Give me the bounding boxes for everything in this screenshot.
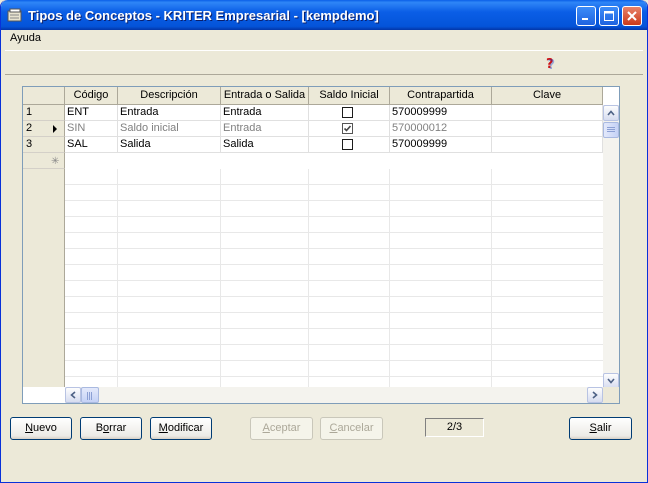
cell-contrapartida[interactable]: 570009999 bbox=[390, 105, 492, 121]
record-counter: 2/3 bbox=[425, 418, 484, 437]
saldo-inicial-checkbox[interactable] bbox=[342, 139, 353, 150]
modificar-button[interactable]: Modificar bbox=[150, 417, 212, 440]
saldo-inicial-checkbox[interactable] bbox=[342, 123, 353, 134]
close-icon bbox=[627, 11, 637, 21]
grip-icon bbox=[607, 127, 615, 132]
button-label: odificar bbox=[167, 422, 204, 434]
cell-codigo[interactable]: SAL bbox=[65, 137, 118, 153]
scroll-left-button[interactable] bbox=[65, 387, 81, 403]
vertical-scroll-thumb[interactable] bbox=[603, 122, 619, 138]
nuevo-button[interactable]: Nuevo bbox=[10, 417, 72, 440]
vertical-scrollbar[interactable] bbox=[603, 105, 619, 389]
column-header-codigo[interactable]: Código bbox=[65, 87, 118, 105]
toolbar: ? ? bbox=[5, 50, 643, 75]
cell-contrapartida[interactable]: 570009999 bbox=[390, 137, 492, 153]
help-question-icon[interactable]: ? ? bbox=[543, 55, 559, 71]
menu-item-ayuda[interactable]: Ayuda bbox=[10, 32, 41, 44]
chevron-left-icon bbox=[70, 391, 76, 399]
chevron-up-icon bbox=[607, 110, 615, 116]
button-accelerator: N bbox=[25, 422, 34, 434]
grid-corner-header bbox=[23, 87, 65, 105]
cell-saldo-inicial[interactable] bbox=[309, 137, 390, 153]
button-accelerator: M bbox=[158, 422, 168, 434]
maximize-icon bbox=[604, 11, 614, 21]
saldo-inicial-checkbox[interactable] bbox=[342, 107, 353, 118]
folder-icon bbox=[7, 8, 22, 22]
cell-codigo[interactable]: SIN bbox=[65, 121, 118, 137]
borrar-button[interactable]: Borrar bbox=[80, 417, 142, 440]
cell-entrada-salida[interactable]: Salida bbox=[221, 137, 309, 153]
cell-entrada-salida[interactable]: Entrada bbox=[221, 105, 309, 121]
button-label: ceptar bbox=[269, 422, 301, 434]
button-label: ancelar bbox=[337, 422, 374, 434]
cell-saldo-inicial[interactable] bbox=[309, 121, 390, 137]
salir-button[interactable]: Salir bbox=[569, 417, 632, 440]
button-label: uevo bbox=[33, 422, 57, 434]
column-header-saldo-inicial[interactable]: Saldo Inicial bbox=[309, 87, 390, 105]
scroll-right-button[interactable] bbox=[587, 387, 603, 403]
row-number: 2 bbox=[26, 122, 33, 134]
row-header[interactable]: 2 bbox=[23, 121, 65, 137]
cell-entrada-salida[interactable]: Entrada bbox=[221, 121, 309, 137]
button-accelerator: A bbox=[262, 422, 270, 434]
cell-clave[interactable] bbox=[492, 105, 603, 121]
grid-empty-area[interactable] bbox=[65, 169, 603, 387]
horizontal-scroll-thumb[interactable] bbox=[81, 387, 99, 403]
column-header-contrapartida[interactable]: Contrapartida bbox=[390, 87, 492, 105]
window-title: Tipos de Conceptos - KRITER Empresarial … bbox=[28, 8, 379, 23]
minimize-icon bbox=[582, 18, 588, 20]
cell-clave[interactable] bbox=[492, 121, 603, 137]
row-header[interactable]: 3 bbox=[23, 137, 65, 153]
scroll-up-button[interactable] bbox=[603, 105, 619, 121]
cell-saldo-inicial[interactable] bbox=[309, 105, 390, 121]
row-number: 1 bbox=[26, 106, 33, 118]
scrollbar-corner bbox=[603, 387, 619, 403]
current-row-arrow-icon bbox=[53, 125, 57, 133]
grip-icon bbox=[87, 392, 92, 400]
cell-descripcion[interactable]: Saldo inicial bbox=[118, 121, 221, 137]
button-label: B bbox=[95, 422, 104, 434]
cell-contrapartida[interactable]: 570000012 bbox=[390, 121, 492, 137]
row-header-column bbox=[23, 169, 65, 387]
column-header-clave[interactable]: Clave bbox=[492, 87, 603, 105]
concepts-grid[interactable]: Código Descripción Entrada o Salida Sald… bbox=[22, 86, 620, 404]
button-accelerator: S bbox=[589, 422, 597, 434]
chevron-down-icon bbox=[607, 378, 615, 384]
cell-descripcion[interactable]: Salida bbox=[118, 137, 221, 153]
button-label: rrar bbox=[109, 422, 127, 434]
window: Tipos de Conceptos - KRITER Empresarial … bbox=[0, 0, 648, 483]
new-row-header[interactable]: ✳ bbox=[23, 153, 65, 169]
cancelar-button[interactable]: Cancelar bbox=[320, 417, 383, 440]
button-label: alir bbox=[596, 422, 612, 434]
aceptar-button[interactable]: Aceptar bbox=[250, 417, 313, 440]
row-header[interactable]: 1 bbox=[23, 105, 65, 121]
minimize-button[interactable] bbox=[576, 6, 596, 26]
row-number: 3 bbox=[26, 138, 33, 150]
close-button[interactable] bbox=[622, 6, 642, 26]
cell-descripcion[interactable]: Entrada bbox=[118, 105, 221, 121]
checkmark-icon bbox=[343, 125, 352, 132]
maximize-button[interactable] bbox=[599, 6, 619, 26]
new-row-asterisk-icon: ✳ bbox=[51, 156, 60, 167]
horizontal-scrollbar[interactable] bbox=[65, 387, 603, 403]
column-header-entrada-salida[interactable]: Entrada o Salida bbox=[221, 87, 309, 105]
chevron-right-icon bbox=[592, 391, 598, 399]
title-bar[interactable]: Tipos de Conceptos - KRITER Empresarial … bbox=[1, 0, 647, 30]
column-header-descripcion[interactable]: Descripción bbox=[118, 87, 221, 105]
svg-text:?: ? bbox=[548, 58, 556, 71]
cell-clave[interactable] bbox=[492, 137, 603, 153]
cell-codigo[interactable]: ENT bbox=[65, 105, 118, 121]
menu-bar: Ayuda bbox=[1, 30, 647, 48]
